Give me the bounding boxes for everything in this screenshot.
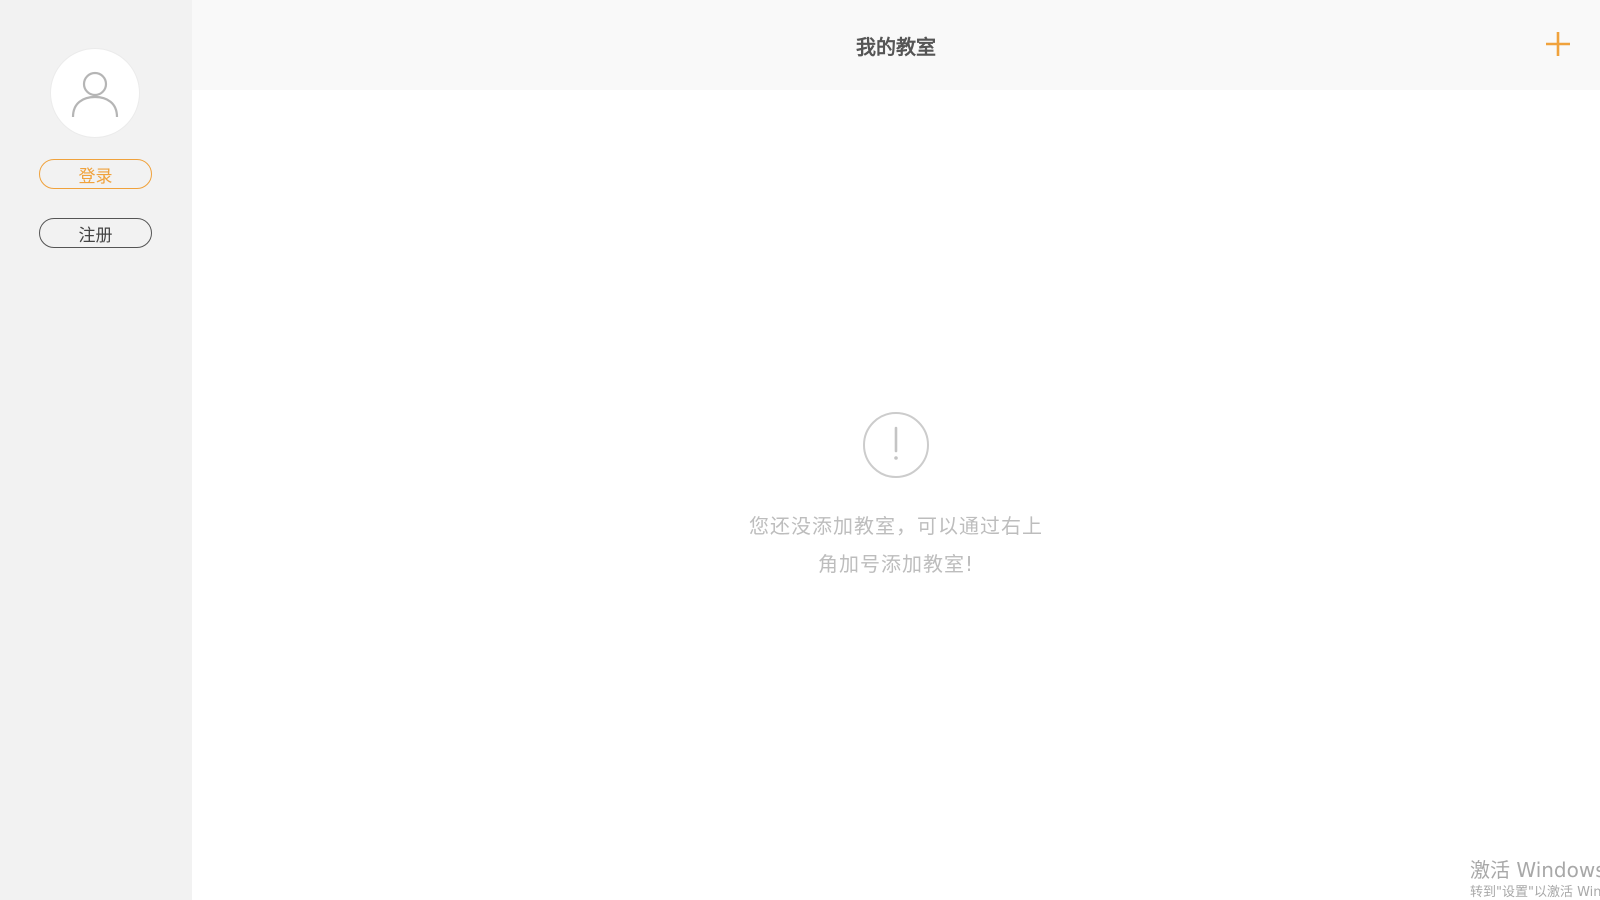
main-content: 我的教室 您还没添加教室，可以通过右上角加号添加教室! (192, 0, 1600, 900)
page-title: 我的教室 (856, 35, 936, 59)
avatar[interactable] (50, 48, 140, 138)
watermark-title: 激活 Windows (1470, 858, 1600, 882)
exclamation-circle-icon (863, 412, 929, 478)
empty-state: 您还没添加教室，可以通过右上角加号添加教室! (192, 411, 1600, 583)
plus-icon (1546, 32, 1570, 56)
login-button[interactable]: 登录 (39, 159, 152, 189)
user-icon (71, 71, 119, 118)
windows-activation-watermark: 激活 Windows 转到"设置"以激活 Windows。 (1470, 858, 1600, 900)
app-window: 登录 注册 我的教室 您还没添加教室，可以通过右上角加号添加教室! 激活 Win… (0, 0, 1600, 900)
add-classroom-button[interactable] (1542, 28, 1574, 60)
sidebar: 登录 注册 (0, 0, 192, 900)
empty-state-message: 您还没添加教室，可以通过右上角加号添加教室! (749, 514, 1043, 576)
top-bar: 我的教室 (192, 0, 1600, 90)
watermark-subtitle: 转到"设置"以激活 Windows。 (1470, 885, 1600, 900)
register-button[interactable]: 注册 (39, 218, 152, 248)
